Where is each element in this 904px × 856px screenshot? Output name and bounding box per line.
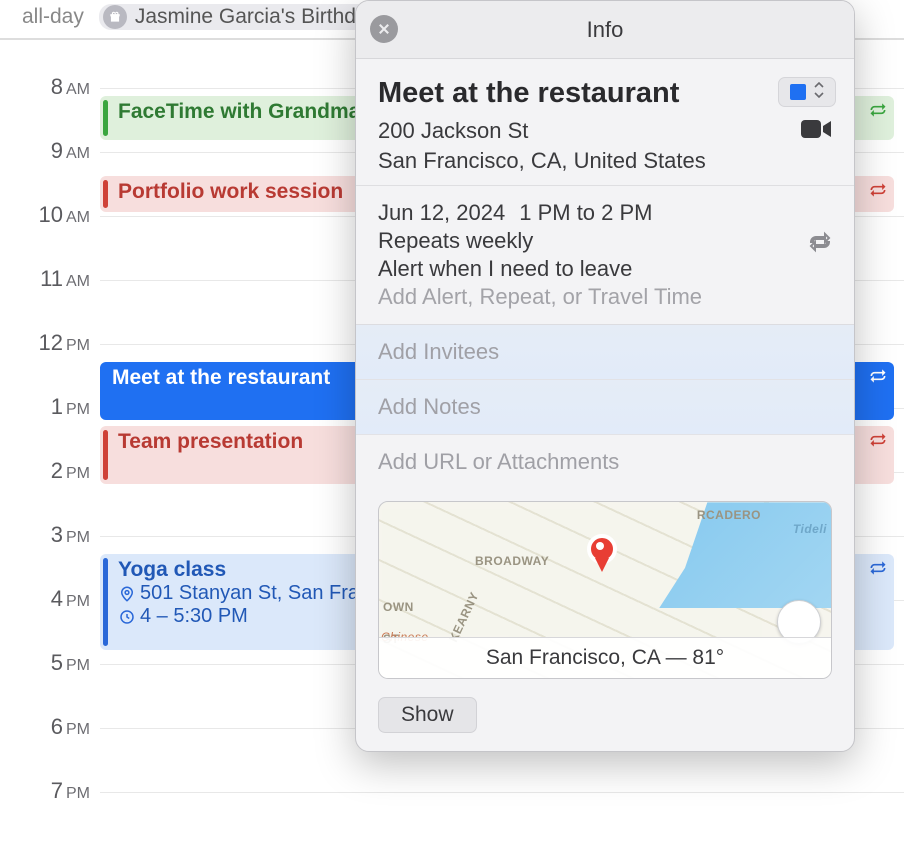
close-icon	[377, 22, 391, 36]
show-button[interactable]: Show	[378, 697, 477, 733]
repeat-icon	[868, 180, 888, 200]
hour-2pm: 2PM	[0, 458, 90, 484]
map-street-label: Tideli	[793, 522, 827, 536]
add-invitees-field[interactable]: Add Invitees	[356, 324, 854, 379]
video-icon	[800, 117, 832, 141]
repeat-icon	[868, 366, 888, 386]
repeat-icon	[808, 230, 832, 260]
clock-icon	[118, 605, 136, 628]
allday-label: all-day	[22, 5, 84, 29]
hour-5pm: 5PM	[0, 650, 90, 676]
event-location[interactable]: 200 Jackson St San Francisco, CA, United…	[378, 116, 832, 175]
popover-title: Info	[587, 17, 624, 43]
event-repeat: Repeats weekly	[378, 228, 832, 254]
event-time-range: 1 PM to 2 PM	[519, 200, 652, 226]
map-street-label: RCADERO	[697, 508, 761, 522]
location-icon	[118, 582, 136, 605]
location-map[interactable]: BROADWAY KEARNY RCADERO OWN ST Tideli Ch…	[378, 501, 832, 679]
hour-12pm: 12PM	[0, 330, 90, 356]
map-pin-icon	[587, 534, 617, 564]
add-alert-repeat-travel[interactable]: Add Alert, Repeat, or Travel Time	[378, 284, 832, 310]
close-button[interactable]	[370, 15, 398, 43]
color-swatch	[790, 84, 806, 100]
event-name[interactable]: Meet at the restaurant	[378, 77, 832, 110]
hour-10am: 10AM	[0, 202, 90, 228]
hour-6pm: 6PM	[0, 714, 90, 740]
time-repeat-section[interactable]: Jun 12, 2024 1 PM to 2 PM Repeats weekly…	[356, 186, 854, 324]
hour-4pm: 4PM	[0, 586, 90, 612]
allday-event-birthday[interactable]: Jasmine Garcia's Birthday	[99, 4, 392, 30]
calendar-color-picker[interactable]	[778, 77, 836, 107]
event-alert: Alert when I need to leave	[378, 256, 832, 282]
repeat-icon	[868, 558, 888, 578]
chevron-updown-icon	[814, 82, 824, 103]
map-street-label: OWN	[383, 600, 414, 614]
event-info-popover: Info Meet at the restaurant 200 Jackson …	[355, 0, 855, 752]
hour-1pm: 1PM	[0, 394, 90, 420]
add-url-attachments-field[interactable]: Add URL or Attachments	[356, 434, 854, 489]
popover-header: Info	[356, 1, 854, 59]
event-time: 4 – 5:30 PM	[140, 605, 248, 628]
add-notes-field[interactable]: Add Notes	[356, 379, 854, 434]
event-date: Jun 12, 2024	[378, 200, 505, 226]
map-street-label: BROADWAY	[475, 554, 549, 568]
hour-9am: 9AM	[0, 138, 90, 164]
gift-icon	[103, 5, 127, 29]
map-weather-footer: San Francisco, CA — 81°	[379, 637, 831, 678]
hour-8am: 8AM	[0, 74, 90, 100]
hour-11am: 11AM	[0, 266, 90, 292]
repeat-icon	[868, 100, 888, 120]
allday-event-title: Jasmine Garcia's Birthday	[135, 5, 378, 29]
video-call-button[interactable]	[800, 117, 832, 141]
hour-3pm: 3PM	[0, 522, 90, 548]
repeat-icon	[868, 430, 888, 450]
hour-7pm: 7PM	[0, 778, 90, 804]
